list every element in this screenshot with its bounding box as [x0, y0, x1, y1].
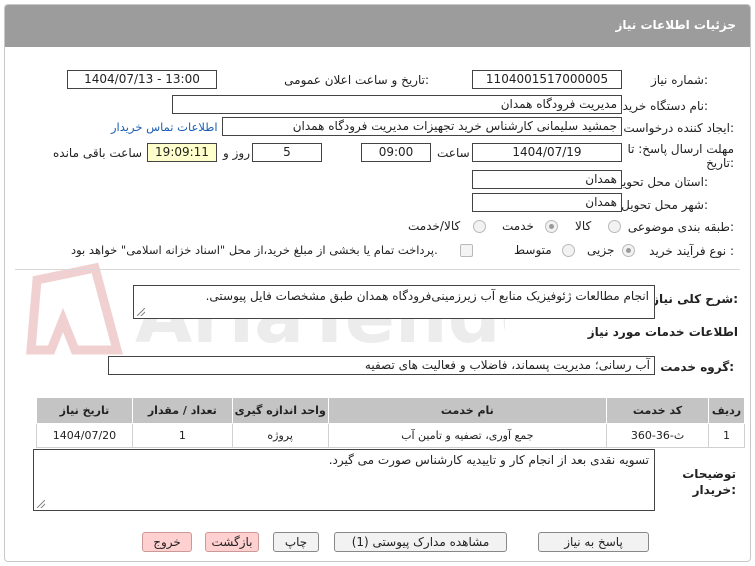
need-details-panel: جزئیات اطلاعات نیاز AriaTender.net شماره… [4, 4, 751, 562]
deadline-label-2: تاریخ: [706, 156, 734, 170]
announce-datetime-field: 1404/07/13 - 13:00 [67, 70, 217, 89]
col-header-need-date: تاریخ نیاز [36, 397, 133, 424]
service-group-label: گروه خدمت: [660, 360, 734, 374]
city-label: شهر محل تحویل: [621, 198, 708, 212]
deadline-time-label: ساعت [437, 146, 470, 160]
deadline-label: مهلت ارسال پاسخ: تا [627, 142, 734, 156]
cell-service-name: جمع آوری، تصفیه و تامین آب [327, 423, 608, 448]
requester-label: ایجاد کننده درخواست: [623, 121, 734, 135]
buyer-notes-text: تسویه نقدی بعد از انجام کار و تاییدیه کا… [328, 453, 649, 467]
need-number-label: شماره نیاز: [650, 73, 708, 87]
cell-need-date: 1404/07/20 [36, 423, 133, 448]
days-remaining-field: 5 [252, 143, 322, 162]
buyer-notes-field: تسویه نقدی بعد از انجام کار و تاییدیه کا… [33, 449, 655, 511]
services-section-title: اطلاعات خدمات مورد نیاز [587, 325, 738, 339]
section-divider [15, 269, 740, 270]
city-field: همدان [472, 193, 622, 212]
deadline-date-field: 1404/07/19 [472, 143, 622, 162]
category-radio-goods[interactable] [608, 220, 621, 233]
deadline-time-field: 09:00 [361, 143, 431, 162]
cell-service-code: ث-36-360 [606, 423, 709, 448]
process-radio-medium[interactable] [562, 244, 575, 257]
remaining-time-field: 19:09:11 [147, 143, 217, 162]
category-option-goods: کالا [575, 219, 592, 233]
panel-title: جزئیات اطلاعات نیاز [615, 18, 736, 32]
announce-datetime-label: تاریخ و ساعت اعلان عمومی: [284, 73, 429, 87]
resize-grip-icon[interactable] [137, 308, 145, 316]
treasury-payment-note: پرداخت تمام یا بخشی از مبلغ خرید،از محل … [71, 243, 438, 257]
need-description-text: انجام مطالعات ژئوفیزیک منابع آب زیرزمینی… [205, 289, 649, 303]
need-number-field: 1104001517000005 [472, 70, 622, 89]
cell-quantity: 1 [131, 423, 233, 448]
treasury-payment-checkbox[interactable] [460, 244, 473, 257]
province-field: همدان [472, 170, 622, 189]
purchase-process-label: نوع فرآیند خرید : [649, 244, 734, 258]
col-header-unit: واحد اندازه گیری [231, 397, 329, 424]
province-label: استان محل تحویل: [613, 175, 708, 189]
reply-button[interactable]: پاسخ به نیاز [538, 532, 649, 552]
col-header-service-name: نام خدمت [327, 397, 608, 424]
category-radio-goods-service[interactable] [473, 220, 486, 233]
process-option-minor: جزیی [587, 243, 615, 257]
category-option-service: خدمت [502, 219, 534, 233]
table-header-row: تاریخ نیاز تعداد / مقدار واحد اندازه گیر… [36, 397, 746, 424]
panel-header: جزئیات اطلاعات نیاز [5, 5, 750, 47]
cell-unit: پروژه [231, 423, 329, 448]
days-label: روز و [223, 146, 250, 160]
table-row[interactable]: 1404/07/20 1 پروژه جمع آوری، تصفیه و تام… [36, 423, 746, 448]
need-description-label: شرح کلی نیاز: [652, 292, 738, 306]
remaining-time-label: ساعت باقی مانده [53, 146, 143, 160]
col-header-quantity: تعداد / مقدار [131, 397, 233, 424]
category-option-goods-service: کالا/خدمت [408, 219, 461, 233]
col-header-row: ردیف [707, 397, 746, 424]
category-label: طبقه بندی موضوعی: [627, 220, 734, 234]
need-description-field: انجام مطالعات ژئوفیزیک منابع آب زیرزمینی… [133, 285, 655, 319]
back-button[interactable]: بازگشت [205, 532, 259, 552]
buyer-notes-label-2: خریدار: [692, 483, 736, 497]
category-radio-service[interactable] [545, 220, 558, 233]
exit-button[interactable]: خروج [142, 532, 192, 552]
process-option-medium: متوسط [514, 243, 552, 257]
view-attachments-button[interactable]: مشاهده مدارک پیوستی (1) [334, 532, 507, 552]
buyer-notes-label: توضیحات [682, 467, 736, 481]
cell-row-number: 1 [707, 423, 746, 448]
requester-field: جمشید سلیمانی کارشناس خرید تجهیزات مدیری… [222, 117, 622, 136]
col-header-service-code: کد خدمت [606, 397, 709, 424]
service-group-field: آب رسانی؛ مدیریت پسماند، فاضلاب و فعالیت… [108, 356, 655, 375]
process-radio-minor[interactable] [622, 244, 635, 257]
buyer-org-field: مدیریت فرودگاه همدان [172, 95, 622, 114]
print-button[interactable]: چاپ [273, 532, 319, 552]
resize-grip-icon[interactable] [37, 500, 45, 508]
buyer-contact-link[interactable]: اطلاعات تماس خریدار [111, 120, 218, 134]
services-table: تاریخ نیاز تعداد / مقدار واحد اندازه گیر… [36, 397, 746, 448]
buyer-org-label: نام دستگاه خریدار: [613, 99, 709, 113]
